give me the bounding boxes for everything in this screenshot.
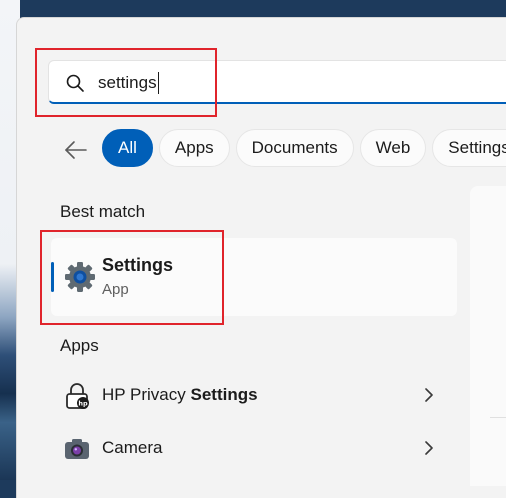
preview-divider	[490, 417, 506, 418]
preview-pane	[470, 186, 506, 486]
app-result-hp-privacy-settings[interactable]: hp HP Privacy Settings	[51, 371, 457, 421]
filter-chips: All Apps Documents Web Settings	[102, 129, 506, 167]
app-label-prefix: HP Privacy	[102, 385, 191, 404]
chevron-right-icon[interactable]	[423, 388, 435, 402]
lock-icon: hp	[66, 383, 89, 409]
filter-settings[interactable]: Settings	[432, 129, 506, 167]
app-label-match: Settings	[190, 385, 258, 404]
apps-heading: Apps	[60, 336, 99, 355]
annotation-box-best-match	[40, 230, 224, 325]
filter-web[interactable]: Web	[359, 129, 427, 167]
camera-icon	[65, 439, 89, 459]
filter-all[interactable]: All	[102, 129, 153, 167]
back-arrow-icon[interactable]	[63, 137, 89, 163]
filter-apps[interactable]: Apps	[158, 129, 230, 167]
app-result-camera[interactable]: Camera	[51, 424, 457, 474]
filter-documents[interactable]: Documents	[235, 129, 354, 167]
app-label: HP Privacy Settings	[102, 385, 258, 405]
svg-text:hp: hp	[78, 400, 88, 408]
best-match-heading: Best match	[60, 202, 146, 221]
chevron-right-icon[interactable]	[423, 441, 435, 455]
app-label: Camera	[102, 438, 162, 458]
annotation-box-search	[35, 48, 217, 117]
app-label-prefix: Camera	[102, 438, 163, 457]
